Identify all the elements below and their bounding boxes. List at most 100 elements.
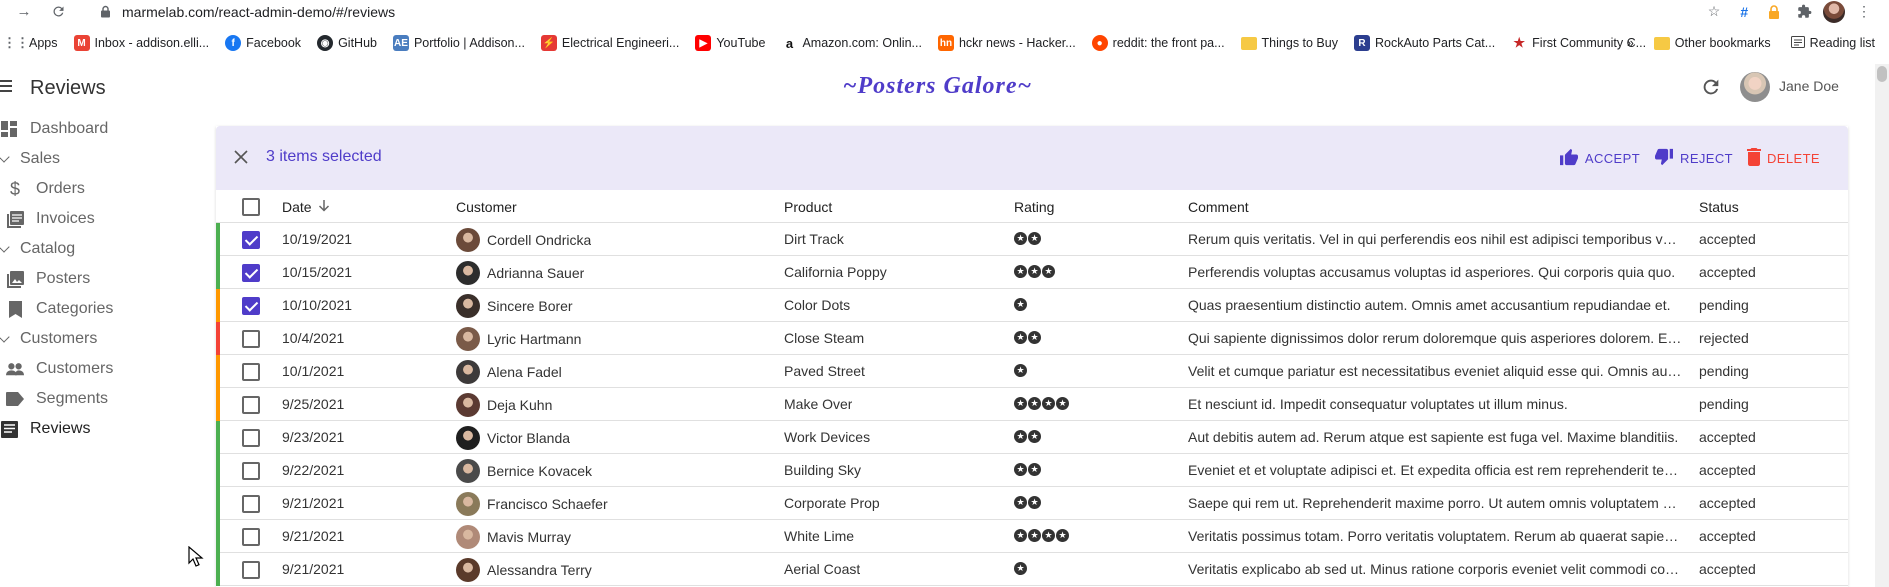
product-link[interactable]: Close Steam xyxy=(784,330,864,346)
sidebar-item-dashboard[interactable]: Dashboard xyxy=(0,120,108,138)
product-link[interactable]: Corporate Prop xyxy=(784,495,880,511)
column-header-status[interactable]: Status xyxy=(1699,199,1739,215)
reading-list[interactable]: Reading list xyxy=(1790,35,1875,51)
product-link[interactable]: White Lime xyxy=(784,528,854,544)
url-text[interactable]: marmelab.com/react-admin-demo/#/reviews xyxy=(122,4,395,20)
row-checkbox[interactable] xyxy=(242,264,260,282)
sidebar-item-customers[interactable]: Customers xyxy=(6,360,113,378)
product-link[interactable]: California Poppy xyxy=(784,264,887,280)
sidebar-item-customers-group[interactable]: Customers xyxy=(0,330,97,348)
user-name[interactable]: Jane Doe xyxy=(1779,78,1839,94)
select-all-checkbox[interactable] xyxy=(242,198,260,216)
bookmark-item[interactable]: hn hckr news - Hacker... xyxy=(937,35,1076,51)
customer-link[interactable]: Victor Blanda xyxy=(456,426,570,450)
reload-icon[interactable] xyxy=(46,2,70,22)
hash-extension-icon[interactable]: # xyxy=(1733,2,1755,22)
close-icon[interactable] xyxy=(234,150,250,166)
table-header: Date Customer Product Rating Comment Sta… xyxy=(216,190,1848,223)
bookmark-item[interactable]: ● reddit: the front pa... xyxy=(1091,35,1225,51)
column-header-date[interactable]: Date xyxy=(282,199,330,215)
table-row[interactable]: 10/10/2021 Sincere Borer Color Dots ★ Quas p… xyxy=(216,289,1848,322)
forward-arrow-icon[interactable]: → xyxy=(12,2,36,22)
product-link[interactable]: Paved Street xyxy=(784,363,865,379)
bookmark-item[interactable]: M Inbox - addison.elli... xyxy=(73,35,209,51)
row-checkbox[interactable] xyxy=(242,561,260,579)
delete-button[interactable]: DELETE xyxy=(1747,148,1820,169)
row-checkbox[interactable] xyxy=(242,363,260,381)
password-extension-icon[interactable] xyxy=(1763,2,1785,22)
sidebar-item-categories[interactable]: Categories xyxy=(6,300,113,318)
table-row[interactable]: 10/19/2021 Cordell Ondricka Dirt Track ★ ★ Re… xyxy=(216,223,1848,256)
table-row[interactable]: 10/15/2021 Adrianna Sauer California Poppy… xyxy=(216,256,1848,289)
sidebar-item-reviews[interactable]: Reviews xyxy=(0,420,90,438)
product-link[interactable]: Aerial Coast xyxy=(784,561,860,577)
bookmark-star-icon[interactable]: ☆ xyxy=(1703,2,1725,22)
customer-link[interactable]: Sincere Borer xyxy=(456,294,573,318)
star-icon: ★ xyxy=(1014,265,1027,278)
table-row[interactable]: 9/21/2021 Alessandra Terry Aerial Coast ★ Ve… xyxy=(216,553,1848,586)
bookmark-item[interactable]: ◉ GitHub xyxy=(317,35,377,51)
table-row[interactable]: 9/21/2021 Mavis Murray White Lime ★ ★ ★ ★ Verit… xyxy=(216,520,1848,553)
bookmark-item[interactable]: ⚡ Electrical Engineeri... xyxy=(540,35,679,51)
customer-link[interactable]: Francisco Schaefer xyxy=(456,492,608,516)
product-link[interactable]: Make Over xyxy=(784,396,852,412)
table-row[interactable]: 10/4/2021 Lyric Hartmann Close Steam ★ ★ Qui … xyxy=(216,322,1848,355)
sidebar-item-posters[interactable]: Posters xyxy=(6,270,90,288)
product-link[interactable]: Dirt Track xyxy=(784,231,844,247)
lock-icon[interactable] xyxy=(98,5,112,18)
customer-link[interactable]: Mavis Murray xyxy=(456,525,571,549)
more-vertical-icon[interactable]: ⋮ xyxy=(1853,2,1875,22)
customer-link[interactable]: Bernice Kovacek xyxy=(456,459,592,483)
customer-link[interactable]: Lyric Hartmann xyxy=(456,327,581,351)
sidebar-item-orders[interactable]: $ Orders xyxy=(6,179,85,199)
row-checkbox[interactable] xyxy=(242,528,260,546)
column-header-rating[interactable]: Rating xyxy=(1014,199,1054,215)
bookmarks-overflow-button[interactable]: » xyxy=(1627,36,1634,50)
bookmark-item[interactable]: R RockAuto Parts Cat... xyxy=(1353,35,1495,51)
sidebar-item-segments[interactable]: Segments xyxy=(6,390,108,408)
sidebar-item-invoices[interactable]: Invoices xyxy=(6,210,95,228)
sidebar-item-catalog-group[interactable]: Catalog xyxy=(0,240,75,258)
product-link[interactable]: Work Devices xyxy=(784,429,870,445)
table-row[interactable]: 9/21/2021 Francisco Schaefer Corporate Pro… xyxy=(216,487,1848,520)
column-header-customer[interactable]: Customer xyxy=(456,199,517,215)
page-scrollbar[interactable] xyxy=(1875,64,1889,587)
browser-profile-avatar[interactable] xyxy=(1823,0,1845,23)
bookmark-item[interactable]: a Amazon.com: Onlin... xyxy=(781,35,922,51)
customer-link[interactable]: Adrianna Sauer xyxy=(456,261,584,285)
table-row[interactable]: 10/1/2021 Alena Fadel Paved Street ★ Velit e… xyxy=(216,355,1848,388)
scrollbar-thumb[interactable] xyxy=(1877,66,1887,82)
review-status: accepted xyxy=(1699,264,1756,280)
bookmark-item[interactable]: ▶ YouTube xyxy=(695,35,765,51)
refresh-icon[interactable] xyxy=(1700,76,1724,100)
product-link[interactable]: Color Dots xyxy=(784,297,850,313)
user-avatar[interactable] xyxy=(1740,72,1770,102)
row-checkbox[interactable] xyxy=(242,495,260,513)
reject-button[interactable]: REJECT xyxy=(1654,148,1733,169)
sidebar-item-label: Invoices xyxy=(36,210,95,227)
product-link[interactable]: Building Sky xyxy=(784,462,861,478)
bookmark-item[interactable]: ⋮⋮ Apps xyxy=(3,35,58,51)
customer-link[interactable]: Cordell Ondricka xyxy=(456,228,591,252)
table-row[interactable]: 9/22/2021 Bernice Kovacek Building Sky ★ ★ Ev… xyxy=(216,454,1848,487)
extensions-puzzle-icon[interactable] xyxy=(1793,2,1815,22)
row-checkbox[interactable] xyxy=(242,297,260,315)
customer-link[interactable]: Deja Kuhn xyxy=(456,393,552,417)
bookmark-label: hckr news - Hacker... xyxy=(958,36,1076,50)
column-header-product[interactable]: Product xyxy=(784,199,832,215)
row-checkbox[interactable] xyxy=(242,429,260,447)
accept-button[interactable]: ACCEPT xyxy=(1559,148,1640,169)
sidebar-item-sales-group[interactable]: Sales xyxy=(0,150,60,168)
row-checkbox[interactable] xyxy=(242,330,260,348)
row-checkbox[interactable] xyxy=(242,462,260,480)
other-bookmarks[interactable]: Other bookmarks xyxy=(1653,36,1771,50)
table-row[interactable]: 9/25/2021 Deja Kuhn Make Over ★ ★ ★ ★ Et nesciu… xyxy=(216,388,1848,421)
bookmark-item[interactable]: Things to Buy xyxy=(1240,36,1338,50)
table-row[interactable]: 9/23/2021 Victor Blanda Work Devices ★ ★ Aut … xyxy=(216,421,1848,454)
customer-link[interactable]: Alena Fadel xyxy=(456,360,562,384)
row-checkbox[interactable] xyxy=(242,231,260,249)
bookmark-item[interactable]: AE Portfolio | Addison... xyxy=(392,35,525,51)
customer-link[interactable]: Alessandra Terry xyxy=(456,558,592,582)
row-checkbox[interactable] xyxy=(242,396,260,414)
bookmark-item[interactable]: f Facebook xyxy=(225,35,301,51)
